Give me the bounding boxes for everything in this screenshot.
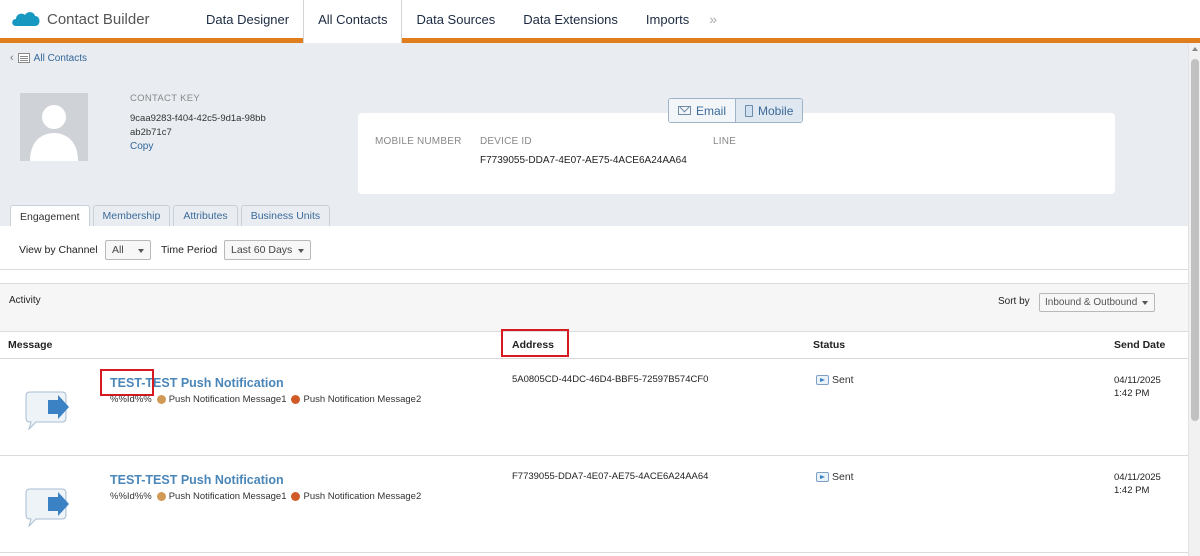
- caret-down-icon: [1142, 301, 1148, 305]
- row-address: 5A0805CD-44DC-46D4-BBF5-72597B574CF0: [512, 374, 709, 385]
- caret-down-icon: [138, 249, 144, 253]
- message-id-token: %%Id%%: [110, 491, 152, 502]
- subtabs: Engagement Membership Attributes Busines…: [10, 205, 333, 227]
- time-period-label: Time Period: [161, 244, 218, 256]
- view-by-channel-label: View by Channel: [19, 244, 98, 256]
- emoji-icon: [291, 395, 301, 404]
- mobile-channel-label: Mobile: [758, 103, 794, 118]
- address-highlight-box: [501, 329, 569, 357]
- status-text: Sent: [832, 471, 854, 483]
- sent-icon: [816, 472, 829, 482]
- avatar: [20, 93, 88, 161]
- emoji-icon: [291, 492, 301, 501]
- scroll-up-icon[interactable]: [1192, 47, 1198, 51]
- column-send-date[interactable]: Send Date: [1114, 339, 1165, 351]
- table-row[interactable]: TEST-TEST Push Notification %%Id%% Push …: [0, 457, 1188, 553]
- row-address: F7739055-DDA7-4E07-AE75-4ACE6A24AA64: [512, 471, 709, 482]
- activity-title: Activity: [9, 295, 41, 306]
- breadcrumb[interactable]: ‹ All Contacts: [10, 52, 87, 64]
- title-highlight-box: [100, 369, 154, 396]
- sort-by-value: Inbound & Outbound: [1045, 297, 1138, 308]
- scrollbar[interactable]: [1188, 43, 1200, 556]
- tab-data-sources[interactable]: Data Sources: [402, 0, 509, 38]
- activity-header: Activity Sort by Inbound & Outbound: [0, 284, 1188, 332]
- column-status[interactable]: Status: [813, 339, 845, 351]
- mobile-channel-button[interactable]: Mobile: [735, 99, 803, 122]
- caret-down-icon: [298, 249, 304, 253]
- message-part-1: Push Notification Message1: [168, 394, 287, 405]
- mobile-number-label: MOBILE NUMBER: [375, 136, 462, 147]
- mail-icon: [678, 106, 691, 115]
- message-part-2: Push Notification Message2: [303, 394, 422, 405]
- contact-key-value: 9caa9283-f404-42c5-9d1a-98bbab2b71c7: [130, 113, 266, 138]
- view-by-channel-value: All: [112, 244, 124, 256]
- message-summary: %%Id%% Push Notification Message1 Push N…: [110, 491, 421, 502]
- tab-all-contacts[interactable]: All Contacts: [303, 0, 403, 43]
- tab-data-designer[interactable]: Data Designer: [192, 0, 303, 38]
- tab-data-extensions[interactable]: Data Extensions: [509, 0, 632, 38]
- scrollbar-thumb[interactable]: [1191, 59, 1199, 421]
- emoji-icon: [156, 395, 166, 404]
- contact-key-label: CONTACT KEY: [130, 93, 200, 104]
- phone-icon: [745, 104, 754, 117]
- sort-by-select[interactable]: Inbound & Outbound: [1039, 293, 1155, 312]
- more-tabs-button[interactable]: »: [703, 0, 723, 38]
- push-message-icon: [24, 390, 72, 430]
- tab-imports[interactable]: Imports: [632, 0, 703, 38]
- tab-attributes[interactable]: Attributes: [173, 205, 238, 226]
- tab-engagement[interactable]: Engagement: [10, 205, 90, 227]
- top-nav: Contact Builder Data Designer All Contac…: [0, 0, 1200, 43]
- status-text: Sent: [832, 374, 854, 386]
- message-summary: %%Id%% Push Notification Message1 Push N…: [110, 394, 421, 405]
- back-to-all-contacts-link[interactable]: All Contacts: [34, 53, 87, 64]
- send-date-time: 1:42 PM: [1114, 485, 1150, 496]
- view-by-channel-select[interactable]: All: [105, 240, 151, 260]
- message-title-link[interactable]: TEST-TEST Push Notification: [110, 473, 284, 487]
- time-period-value: Last 60 Days: [231, 244, 293, 256]
- person-silhouette-icon: [20, 93, 88, 161]
- send-date: 04/11/2025 1:42 PM: [1114, 374, 1161, 400]
- email-channel-button[interactable]: Email: [669, 99, 736, 122]
- list-icon: [17, 53, 30, 63]
- device-id-label: DEVICE ID: [480, 136, 532, 147]
- salesforce-cloud-icon: [10, 8, 42, 30]
- send-date: 04/11/2025 1:42 PM: [1114, 471, 1161, 497]
- brand[interactable]: Contact Builder: [0, 0, 192, 38]
- copy-link[interactable]: Copy: [130, 141, 153, 152]
- table-row[interactable]: TEST-TEST Push Notification %%Id%% Push …: [0, 360, 1188, 456]
- time-period-select[interactable]: Last 60 Days: [224, 240, 311, 260]
- line-label: LINE: [713, 136, 737, 147]
- status-badge: Sent: [816, 374, 854, 386]
- contact-header: ‹ All Contacts CONTACT KEY 9caa9283-f404…: [0, 43, 1188, 227]
- send-date-time: 1:42 PM: [1114, 388, 1150, 399]
- message-part-2: Push Notification Message2: [303, 491, 422, 502]
- emoji-icon: [156, 492, 166, 501]
- channel-toggle: Email Mobile: [668, 98, 804, 123]
- channel-details-card: [358, 113, 1115, 194]
- send-date-day: 04/11/2025: [1114, 472, 1161, 483]
- push-message-icon: [24, 487, 72, 527]
- activity-panel: Activity Sort by Inbound & Outbound Mess…: [0, 283, 1188, 556]
- chevron-left-icon: ‹: [10, 52, 14, 64]
- app-title: Contact Builder: [47, 10, 150, 28]
- sort-by-label: Sort by: [998, 296, 1030, 307]
- device-id-value: F7739055-DDA7-4E07-AE75-4ACE6A24AA64: [480, 155, 687, 166]
- status-badge: Sent: [816, 471, 854, 483]
- tab-business-units[interactable]: Business Units: [240, 205, 331, 226]
- message-part-1: Push Notification Message1: [168, 491, 287, 502]
- filter-bar: View by Channel All Time Period Last 60 …: [0, 226, 1188, 270]
- column-message[interactable]: Message: [8, 339, 52, 351]
- email-channel-label: Email: [696, 103, 727, 118]
- send-date-day: 04/11/2025: [1114, 375, 1161, 386]
- message-id-token: %%Id%%: [110, 394, 152, 405]
- sent-icon: [816, 375, 829, 385]
- tab-membership[interactable]: Membership: [92, 205, 171, 226]
- table-header: Message Address Status Send Date: [0, 332, 1188, 359]
